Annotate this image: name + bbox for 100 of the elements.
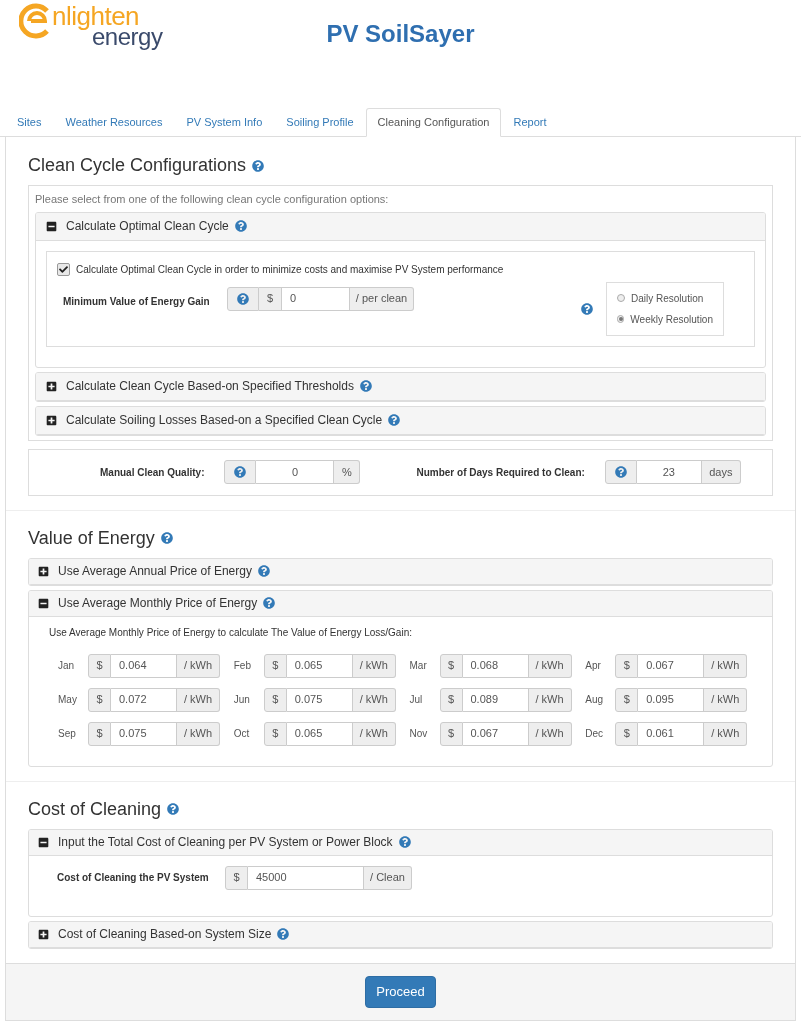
currency-addon: $ xyxy=(263,721,287,746)
collapse-icon[interactable] xyxy=(38,597,49,609)
panel-title: Use Average Monthly Price of Energy xyxy=(58,595,258,612)
input-field[interactable]: 0.089 xyxy=(462,687,529,712)
help-icon[interactable] xyxy=(237,292,249,305)
help-addon[interactable] xyxy=(604,460,637,484)
month-label: Nov xyxy=(408,727,429,741)
unit-addon: / kWh xyxy=(528,653,572,678)
currency-addon: $ xyxy=(88,687,111,712)
radio-label: Weekly Resolution xyxy=(630,312,713,327)
help-icon[interactable] xyxy=(160,532,173,544)
input-field[interactable]: 0.067 xyxy=(462,721,529,746)
input-field[interactable]: 23 xyxy=(636,460,702,484)
month-label: Mar xyxy=(408,659,428,673)
unit-addon: / kWh xyxy=(177,721,220,746)
expand-icon[interactable] xyxy=(38,565,49,577)
input-field[interactable]: 0.065 xyxy=(286,721,353,746)
input-field[interactable]: 0.064 xyxy=(111,653,177,678)
field-label: Manual Clean Quality: xyxy=(100,465,205,480)
panel-header[interactable]: Use Average Annual Price of Energy xyxy=(29,558,772,585)
month-label: May xyxy=(57,693,78,707)
field-label: Cost of Cleaning the PV System xyxy=(57,871,210,885)
collapse-icon[interactable] xyxy=(38,836,49,848)
input-field[interactable]: 0.068 xyxy=(462,653,529,678)
help-icon[interactable] xyxy=(388,414,401,426)
tab[interactable]: Report xyxy=(501,108,559,137)
panel-header[interactable]: Calculate Optimal Clean Cycle xyxy=(36,212,765,241)
unit-addon: / kWh xyxy=(177,653,220,678)
help-icon[interactable] xyxy=(234,466,247,478)
month-label: Jan xyxy=(57,659,76,673)
tab[interactable]: Sites xyxy=(5,108,54,137)
input-field[interactable]: 0.072 xyxy=(111,687,177,712)
check-icon xyxy=(59,264,68,274)
help-icon[interactable] xyxy=(167,803,180,815)
help-addon[interactable] xyxy=(227,286,259,311)
options-intro: Please select from one of the following clean cycle configuration options: xyxy=(35,192,390,207)
help-icon[interactable] xyxy=(257,565,270,577)
unit-addon: / Clean xyxy=(364,865,412,890)
tab[interactable]: Weather Resources xyxy=(53,108,175,137)
checkbox[interactable] xyxy=(57,262,70,276)
expand-icon[interactable] xyxy=(46,414,57,426)
tab[interactable]: PV System Info xyxy=(174,108,275,137)
collapse-icon[interactable] xyxy=(46,220,57,232)
tab[interactable]: Cleaning Configuration xyxy=(365,108,502,137)
tab[interactable]: Soiling Profile xyxy=(274,108,366,137)
expand-icon[interactable] xyxy=(38,928,49,940)
panel-title: Calculate Optimal Clean Cycle xyxy=(66,218,229,235)
month-label: Aug xyxy=(584,693,605,707)
unit-addon: / kWh xyxy=(352,687,396,712)
panel-header[interactable]: Input the Total Cost of Cleaning per PV System or Power Block xyxy=(29,829,772,856)
currency-addon: $ xyxy=(615,653,639,678)
currency-addon: $ xyxy=(88,653,111,678)
panel-header[interactable]: Cost of Cleaning Based-on System Size xyxy=(29,921,772,948)
proceed-button[interactable]: Proceed xyxy=(365,975,436,1008)
section-title: Value of Energy xyxy=(28,526,155,550)
month-label: Jul xyxy=(408,693,424,707)
radio-button[interactable] xyxy=(617,315,625,323)
help-icon[interactable] xyxy=(252,159,265,172)
panel-title: Cost of Cleaning Based-on System Size xyxy=(58,926,272,943)
currency-addon: $ xyxy=(263,653,287,678)
panel-header[interactable]: Use Average Monthly Price of Energy xyxy=(29,590,772,617)
expand-icon[interactable] xyxy=(46,380,57,392)
radio-button[interactable] xyxy=(617,294,625,302)
help-icon[interactable] xyxy=(234,220,247,232)
currency-addon: $ xyxy=(439,687,463,712)
input-field[interactable]: 0.061 xyxy=(638,721,705,746)
input-field[interactable]: 0.075 xyxy=(111,721,177,746)
help-icon[interactable] xyxy=(614,466,627,478)
section-title: Clean Cycle Configurations xyxy=(28,154,247,177)
help-icon[interactable] xyxy=(398,836,411,848)
input-field[interactable]: 0 xyxy=(282,286,350,311)
panel-title: Input the Total Cost of Cleaning per PV System or Power Block xyxy=(58,834,393,851)
panel-title: Calculate Clean Cycle Based-on Specified Thresholds xyxy=(66,378,354,395)
input-field[interactable]: 45000 xyxy=(248,865,364,890)
help-addon[interactable] xyxy=(224,460,257,484)
input-field[interactable]: 0.067 xyxy=(638,653,705,678)
help-icon[interactable] xyxy=(359,380,372,392)
unit-addon: days xyxy=(701,460,741,484)
input-field[interactable]: 0.065 xyxy=(286,653,353,678)
help-icon[interactable] xyxy=(263,597,276,609)
panel-header[interactable]: Calculate Soiling Losses Based-on a Specified Clean Cycle xyxy=(36,406,765,435)
panel-title: Use Average Annual Price of Energy xyxy=(58,563,252,580)
month-label: Jun xyxy=(232,693,251,707)
month-label: Dec xyxy=(584,727,605,741)
input-field[interactable]: 0.095 xyxy=(638,687,705,712)
unit-addon: / kWh xyxy=(352,721,396,746)
app-title: PV SoilSayer xyxy=(326,19,475,49)
currency-addon: $ xyxy=(259,286,282,311)
panel-title: Calculate Soiling Losses Based-on a Specified Clean Cycle xyxy=(66,412,383,429)
help-icon[interactable] xyxy=(581,302,593,315)
currency-addon: $ xyxy=(439,653,463,678)
field-label: Number of Days Required to Clean: xyxy=(416,465,585,480)
month-label: Feb xyxy=(232,659,252,673)
input-field[interactable]: 0 xyxy=(256,460,335,484)
currency-addon: $ xyxy=(88,721,111,746)
help-icon[interactable] xyxy=(277,928,290,940)
panel-header[interactable]: Calculate Clean Cycle Based-on Specified Thresholds xyxy=(36,372,765,401)
unit-addon: / kWh xyxy=(352,653,396,678)
unit-addon: / kWh xyxy=(177,687,220,712)
input-field[interactable]: 0.075 xyxy=(286,687,353,712)
